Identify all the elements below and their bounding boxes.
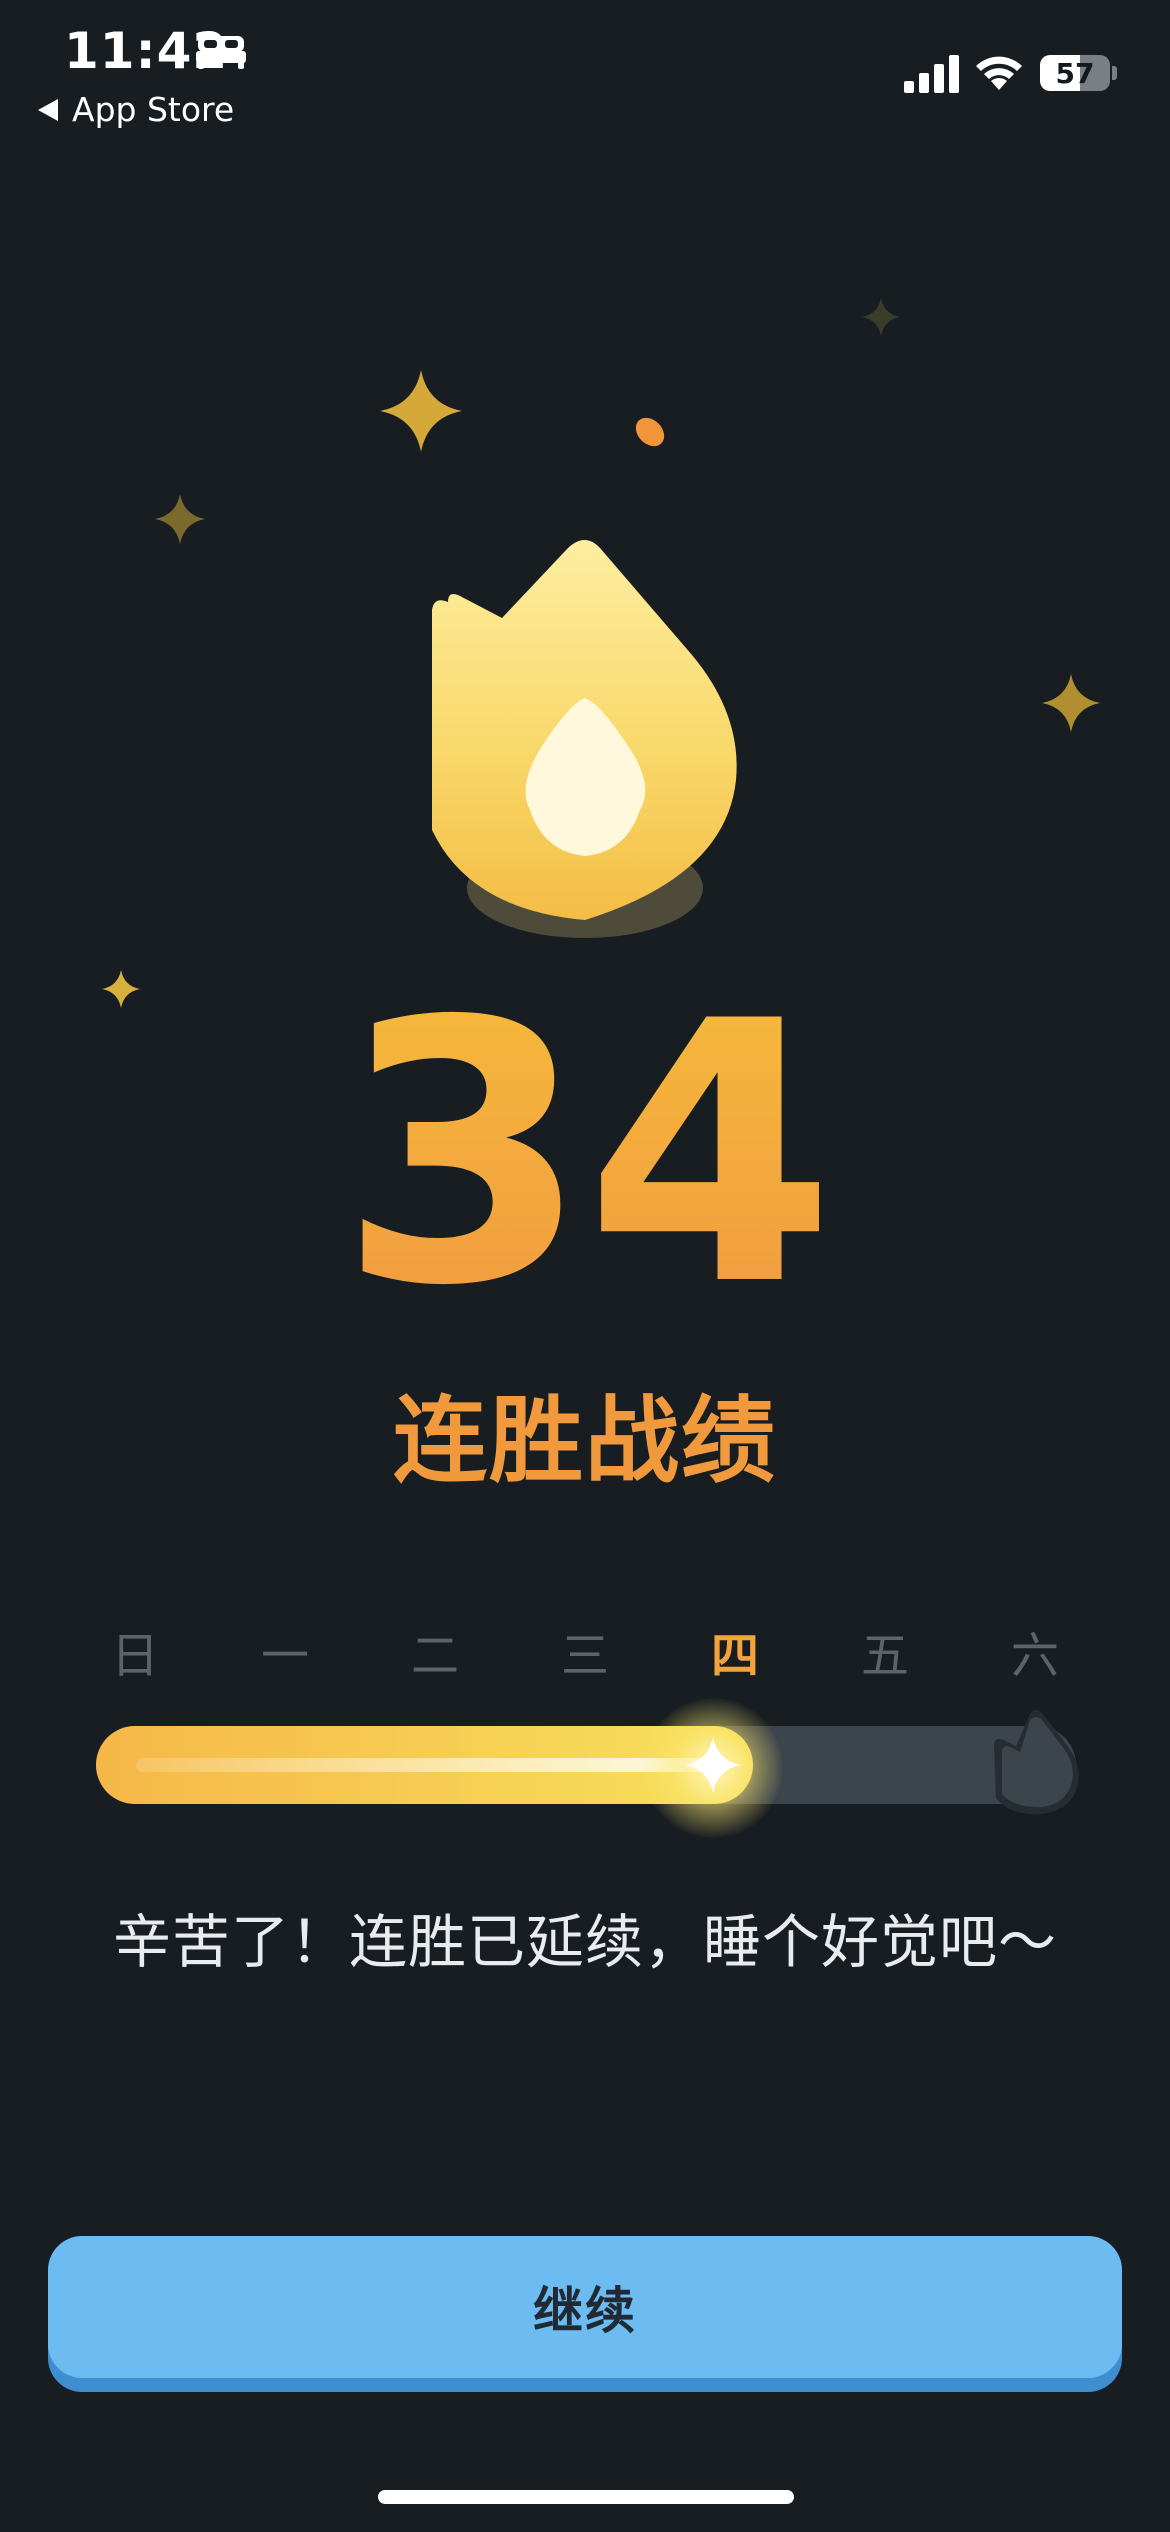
streak-title: 连胜战绩	[392, 1387, 777, 1496]
bed-icon	[196, 36, 246, 69]
weekday-tue: 二	[410, 1628, 459, 1684]
sparkle-icon	[862, 298, 900, 336]
ember-dot	[630, 412, 670, 452]
streak-count: 34	[0, 975, 1170, 1335]
week-progress-track	[96, 1726, 1076, 1804]
weekday-sun: 日	[110, 1628, 159, 1684]
sparkle-icon	[155, 494, 205, 544]
battery-icon: 57	[1040, 55, 1110, 91]
weekday-thu-current: 四	[710, 1628, 759, 1684]
back-label: App Store	[72, 90, 235, 129]
sparkle-icon	[380, 370, 462, 452]
back-to-app-store-link[interactable]: App Store	[38, 90, 234, 129]
battery-cap	[1112, 66, 1117, 80]
progress-highlight	[136, 1758, 723, 1772]
flame-icon	[432, 540, 737, 938]
week-day-row: 日 一 二 三 四 五 六	[60, 1616, 1110, 1684]
home-indicator[interactable]	[378, 2490, 794, 2504]
weekday-wed: 三	[560, 1628, 609, 1684]
back-arrow-icon	[38, 98, 58, 121]
weekday-fri: 五	[860, 1628, 909, 1684]
continue-button[interactable]: 继续	[48, 2236, 1122, 2378]
signal-icon	[904, 55, 959, 93]
sparkle-icon	[1042, 674, 1100, 732]
wifi-icon	[976, 56, 1022, 90]
streak-message: 辛苦了！连胜已延续，睡个好觉吧～	[112, 1908, 1057, 1976]
goal-flame-icon	[994, 1710, 1079, 1815]
weekday-sat: 六	[1010, 1628, 1059, 1684]
weekday-mon: 一	[260, 1628, 309, 1684]
progress-sparkle-icon	[685, 1737, 741, 1793]
